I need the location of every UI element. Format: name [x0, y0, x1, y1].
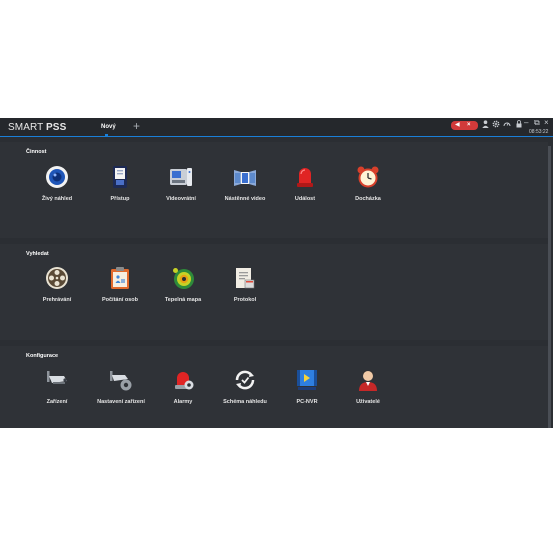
tile-device-settings[interactable]: Nastavení zařízení — [86, 368, 156, 405]
tile-attendance[interactable]: Docházka — [333, 165, 403, 202]
log-icon — [233, 266, 257, 290]
device-camera-icon — [45, 368, 69, 392]
section-konfigurace: Konfigurace Zařízení Nastavení zařízení … — [0, 346, 548, 428]
video-wall-icon — [233, 165, 257, 189]
tile-tour-scheme[interactable]: Schéma náhledu — [210, 368, 280, 405]
tile-access[interactable]: Přístup — [85, 165, 155, 202]
tile-pc-nvr[interactable]: PC-NVR — [272, 368, 342, 405]
alarm-clock-icon — [356, 165, 380, 189]
tab-new[interactable]: Nový — [101, 124, 116, 130]
vertical-scrollbar[interactable] — [548, 146, 551, 428]
close-icon: × — [467, 122, 471, 128]
tile-people-counting[interactable]: Počítání osob — [85, 266, 155, 303]
tile-live-view[interactable]: Živý náhled — [22, 165, 92, 202]
title-divider — [0, 136, 553, 137]
tile-label: Protokol — [233, 297, 257, 303]
tile-users[interactable]: Uživatelé — [333, 368, 403, 405]
heat-map-icon — [171, 266, 195, 290]
device-settings-icon — [109, 368, 133, 392]
tile-heat-map[interactable]: Tepelná mapa — [148, 266, 218, 303]
app-window: SMART PSS Nový + ◀ × – ⧉ × 08:53:22 Činn… — [0, 118, 553, 428]
playback-reel-icon — [45, 266, 69, 290]
clock: 08:53:22 — [529, 129, 549, 135]
app-logo: SMART PSS — [8, 122, 66, 133]
tile-label: Událost — [294, 196, 316, 202]
record-indicator-button[interactable]: ◀ × — [451, 121, 478, 130]
access-icon — [108, 165, 132, 189]
section-title: Konfigurace — [26, 353, 59, 359]
tile-label: PC-NVR — [296, 399, 318, 405]
event-siren-icon — [293, 165, 317, 189]
pc-nvr-icon — [295, 368, 319, 392]
section-cinnost: Činnost Živý náhled Přístup Videovrátní … — [0, 142, 548, 238]
tile-label: Docházka — [355, 196, 381, 202]
tile-playback[interactable]: Prehrávání — [22, 266, 92, 303]
tile-label: Alarmy — [173, 399, 193, 405]
tile-label: Živý náhled — [41, 196, 73, 202]
add-tab-button[interactable]: + — [133, 120, 140, 132]
alarm-siren-icon — [171, 368, 195, 392]
video-intercom-icon — [169, 165, 193, 189]
user-icon — [356, 368, 380, 392]
tile-label: Schéma náhledu — [223, 399, 267, 405]
gauge-icon[interactable] — [503, 120, 511, 132]
user-icon[interactable] — [482, 120, 489, 132]
tile-label: Přístup — [110, 196, 130, 202]
tile-alarms[interactable]: Alarmy — [148, 368, 218, 405]
gear-icon[interactable] — [492, 120, 500, 132]
tile-log[interactable]: Protokol — [210, 266, 280, 303]
tile-label: Tepelná mapa — [164, 297, 202, 303]
title-bar: SMART PSS Nový + ◀ × – ⧉ × 08:53:22 — [0, 118, 553, 136]
tile-label: Videovrátní — [166, 196, 196, 202]
section-title: Činnost — [26, 149, 47, 155]
lock-icon[interactable] — [516, 120, 522, 132]
section-title: Vyhledat — [26, 251, 49, 257]
tile-label: Nastavení zařízení — [97, 399, 145, 405]
speaker-icon: ◀ — [455, 122, 460, 128]
logo-text-light: SMART — [8, 122, 47, 133]
tour-refresh-icon — [233, 368, 257, 392]
section-vyhledat: Vyhledat Prehrávání Počítání osob Tepeln… — [0, 244, 548, 340]
minimize-icon[interactable]: – — [524, 118, 528, 128]
tile-label: Uživatelé — [356, 399, 380, 405]
window-close-icon[interactable]: × — [544, 118, 549, 128]
tile-video-intercom[interactable]: Videovrátní — [146, 165, 216, 202]
logo-text-bold: PSS — [46, 122, 67, 133]
tile-devices[interactable]: Zařízení — [22, 368, 92, 405]
people-counting-icon — [108, 266, 132, 290]
restore-icon[interactable]: ⧉ — [534, 118, 540, 128]
tile-label: Zařízení — [46, 399, 68, 405]
live-view-icon — [45, 165, 69, 189]
tile-label: Prehrávání — [42, 297, 72, 303]
tile-event[interactable]: Událost — [270, 165, 340, 202]
tile-label: Počítání osob — [101, 297, 139, 303]
